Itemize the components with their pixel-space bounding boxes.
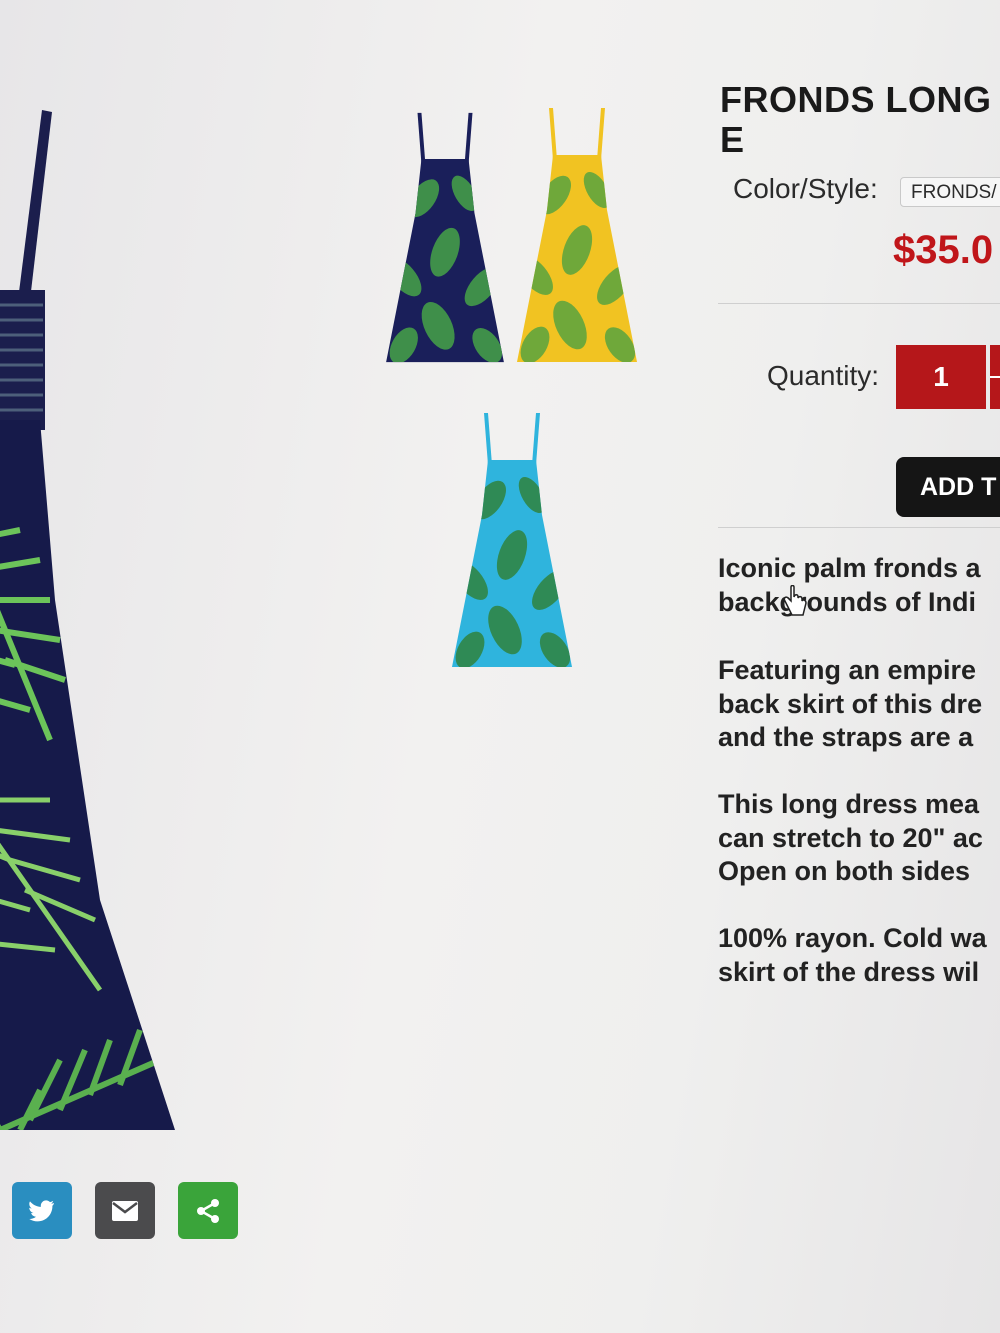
quantity-input[interactable]: 1: [896, 345, 986, 409]
twitter-icon: [29, 1199, 54, 1221]
description-line: backgrounds of Indi: [718, 586, 977, 617]
twitter-share-button[interactable]: [12, 1182, 72, 1239]
description-line: 100% rayon. Cold wa: [718, 923, 987, 953]
description-line: Open on both sides: [718, 856, 971, 886]
divider: [718, 303, 1000, 304]
color-style-select[interactable]: FRONDS/: [900, 177, 1000, 207]
email-share-button[interactable]: [95, 1182, 155, 1239]
description-paragraph-2: Featuring an empire back skirt of this d…: [718, 654, 1000, 755]
product-price: $35.0: [893, 228, 994, 272]
description-line: back skirt of this dre: [718, 688, 983, 719]
dress-turquoise-image: [452, 413, 572, 667]
quantity-increment-button[interactable]: [990, 345, 1000, 409]
product-title-line2: E: [720, 119, 745, 160]
description-paragraph-3: This long dress mea can stretch to 20" a…: [718, 788, 1000, 889]
product-page: FRONDS LONG E Color/Style: FRONDS/ $35.0…: [0, 0, 1000, 1333]
main-product-image[interactable]: [0, 100, 190, 1140]
description-line: and the straps are a: [718, 722, 974, 752]
description-line: can stretch to 20" ac: [718, 822, 983, 853]
thumbnail-yellow-dress[interactable]: [515, 100, 639, 370]
share-icon: [197, 1198, 219, 1223]
description-paragraph-1: Iconic palm fronds a backgrounds of Indi: [718, 552, 1000, 619]
thumbnail-turquoise-dress[interactable]: [450, 405, 574, 675]
hand-cursor-icon: [783, 585, 807, 616]
color-style-label: Color/Style:: [733, 173, 878, 204]
add-to-cart-button[interactable]: ADD T: [896, 457, 1000, 517]
email-icon: [112, 1200, 138, 1221]
divider: [718, 527, 1000, 528]
dress-yellow-image: [517, 108, 637, 362]
description-line: This long dress mea: [718, 789, 980, 819]
dress-navy-image: [386, 112, 504, 363]
quantity-label: Quantity:: [767, 360, 880, 391]
description-line: skirt of the dress wil: [718, 956, 980, 987]
description-paragraph-4: 100% rayon. Cold wa skirt of the dress w…: [718, 922, 1000, 989]
description-line: Iconic palm fronds a: [718, 553, 981, 583]
description-line: Featuring an empire: [718, 655, 977, 685]
share-button[interactable]: [178, 1182, 238, 1239]
product-title-line1: FRONDS LONG: [720, 79, 992, 120]
product-title: FRONDS LONG E: [720, 80, 1000, 160]
thumbnail-navy-dress[interactable]: [383, 105, 507, 370]
